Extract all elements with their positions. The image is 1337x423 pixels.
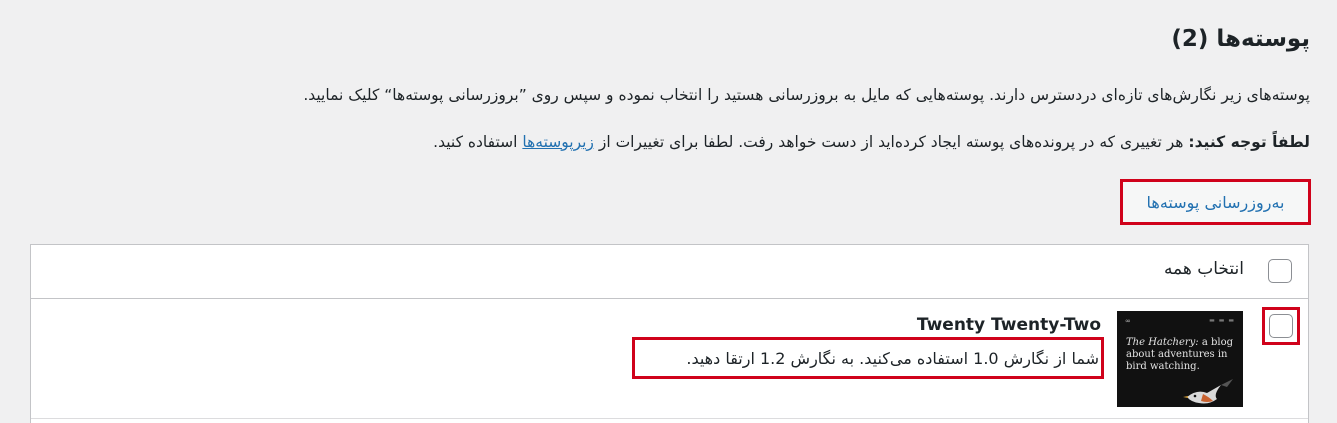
- themes-table: انتخاب همه ∞ ▬ ▬ ▬ The Hatchery: a blog …: [30, 244, 1309, 423]
- notice-body: هر تغییری که در پرونده‌های پوسته ایجاد ک…: [593, 133, 1189, 151]
- select-all-checkbox[interactable]: [1268, 259, 1292, 283]
- theme-screenshot: ∞ ▬ ▬ ▬ The Hatchery: a blog about adven…: [1117, 311, 1243, 407]
- theme-preview-text: The Hatchery: a blog about adventures in…: [1126, 337, 1234, 372]
- select-all-label[interactable]: انتخاب همه: [1164, 259, 1244, 279]
- notice-suffix: استفاده کنید.: [433, 133, 523, 151]
- theme-checkbox-highlight: [1262, 307, 1300, 345]
- select-all-row: انتخاب همه: [31, 245, 1308, 299]
- theme-checkbox[interactable]: [1269, 314, 1293, 338]
- page-title: پوسته‌ها (2): [1171, 26, 1310, 52]
- theme-name: Twenty Twenty-Two: [916, 315, 1101, 335]
- child-themes-link[interactable]: زیرپوسته‌ها: [522, 133, 594, 151]
- notice-text: لطفاً توجه کنید: هر تغییری که در پرونده‌…: [433, 133, 1310, 151]
- notice-label: لطفاً توجه کنید:: [1188, 133, 1310, 151]
- update-themes-button[interactable]: به‌روزرسانی پوسته‌ها: [1120, 179, 1311, 225]
- row-divider: [31, 418, 1308, 419]
- theme-nav-dots-icon: ▬ ▬ ▬: [1209, 317, 1235, 324]
- theme-version-note: شما از نگارش 1.0 استفاده می‌کنید. به نگا…: [632, 337, 1104, 379]
- theme-logo-icon: ∞: [1125, 317, 1131, 325]
- intro-text: پوسته‌های زیر نگارش‌های تازه‌ای دردسترس …: [303, 86, 1310, 104]
- bird-icon: [1183, 379, 1233, 404]
